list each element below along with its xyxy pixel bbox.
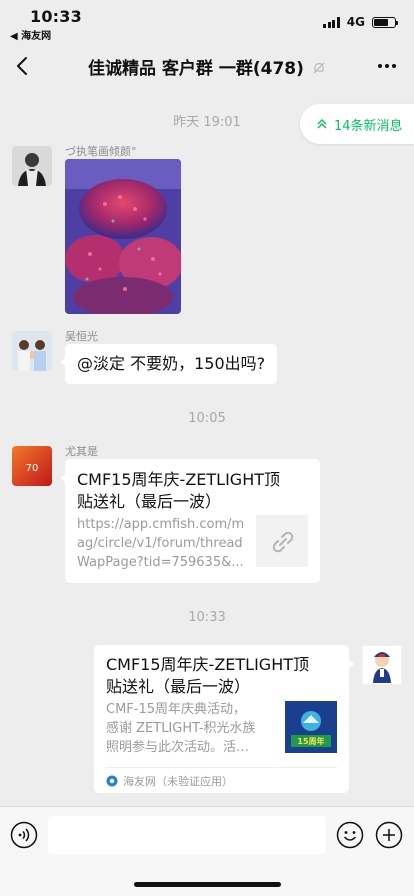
home-indicator	[134, 882, 281, 887]
plus-icon[interactable]	[375, 821, 403, 849]
link-card-title-line1: CMF15周年庆-ZETLIGHT顶	[77, 470, 280, 489]
app-source-label: 海友网（未验证应用）	[123, 774, 233, 788]
new-messages-label: 14条新消息	[334, 118, 403, 134]
chat-title: 佳诚精品 客户群 一群(478)	[88, 59, 304, 79]
link-thumbnail	[256, 515, 308, 567]
app-card-title-line2: 贴送礼（最后一波）	[106, 677, 251, 696]
app-source-footer: 海友网（未验证应用）	[106, 767, 337, 793]
my-avatar[interactable]	[362, 645, 402, 685]
back-to-app-link[interactable]: ◀ 海友网	[10, 27, 51, 42]
link-card-url-line3: WapPage?tid=759635&...	[77, 555, 244, 570]
coral-photo[interactable]	[65, 159, 181, 314]
emoji-icon[interactable]	[336, 821, 364, 849]
mute-bell-icon	[313, 62, 325, 74]
status-bar: 10:33 ◀ 海友网 4G	[0, 0, 414, 44]
time-divider: 10:33	[188, 610, 226, 625]
svg-text:70: 70	[26, 463, 39, 474]
chat-header: 佳诚精品 客户群 一群(478)	[0, 44, 414, 88]
link-card[interactable]: CMF15周年庆-ZETLIGHT顶 贴送礼（最后一波） https://app…	[60, 459, 320, 583]
time-divider: 10:05	[188, 411, 226, 426]
more-options-icon[interactable]	[376, 56, 398, 76]
link-card-url-line2: ag/circle/v1/forum/thread	[77, 536, 243, 551]
sender-name: づ执笔画倾颜°	[65, 145, 137, 158]
text-message-bubble[interactable]: @淡定 不要奶，150出吗?	[59, 344, 278, 384]
link-card-title-line2: 贴送礼（最后一波）	[77, 492, 222, 511]
link-card-url-line1: https://app.cmfish.com/m	[77, 517, 245, 532]
battery-icon	[372, 16, 398, 28]
app-card-desc-line1: CMF-15周年庆典活动，	[106, 702, 247, 717]
app-logo-icon	[106, 775, 118, 786]
back-arrow-icon[interactable]	[12, 54, 34, 78]
battery-level	[374, 18, 388, 26]
app-card-thumbnail: 15周年	[285, 701, 337, 753]
status-time: 10:33	[30, 7, 82, 26]
sender-name: 尤其是	[65, 445, 98, 458]
avatar[interactable]	[12, 331, 52, 371]
chain-link-icon	[272, 531, 294, 553]
app-card-title-line1: CMF15周年庆-ZETLIGHT顶	[106, 655, 309, 674]
status-indicators: 4G	[323, 15, 398, 29]
signal-icon	[323, 16, 340, 28]
network-type: 4G	[346, 15, 365, 29]
avatar[interactable]	[12, 146, 52, 186]
app-card-desc-line3: 照明参与此次活动。活…	[106, 740, 250, 755]
avatar[interactable]: 70	[12, 446, 52, 486]
message-input[interactable]	[48, 816, 326, 854]
double-chevron-up-icon	[317, 119, 327, 129]
chat-title-wrap: 佳诚精品 客户群 一群(478)	[60, 54, 354, 79]
app-link-card[interactable]: CMF15周年庆-ZETLIGHT顶 贴送礼（最后一波） CMF-15周年庆典活…	[94, 645, 354, 793]
voice-input-icon[interactable]	[10, 821, 38, 849]
new-messages-button[interactable]: 14条新消息	[300, 104, 414, 144]
thumbnail-caption: 15周年	[297, 737, 325, 746]
sender-name: 吴恒光	[65, 330, 98, 343]
app-card-desc-line2: 感谢 ZETLIGHT-积光水族	[106, 721, 256, 736]
